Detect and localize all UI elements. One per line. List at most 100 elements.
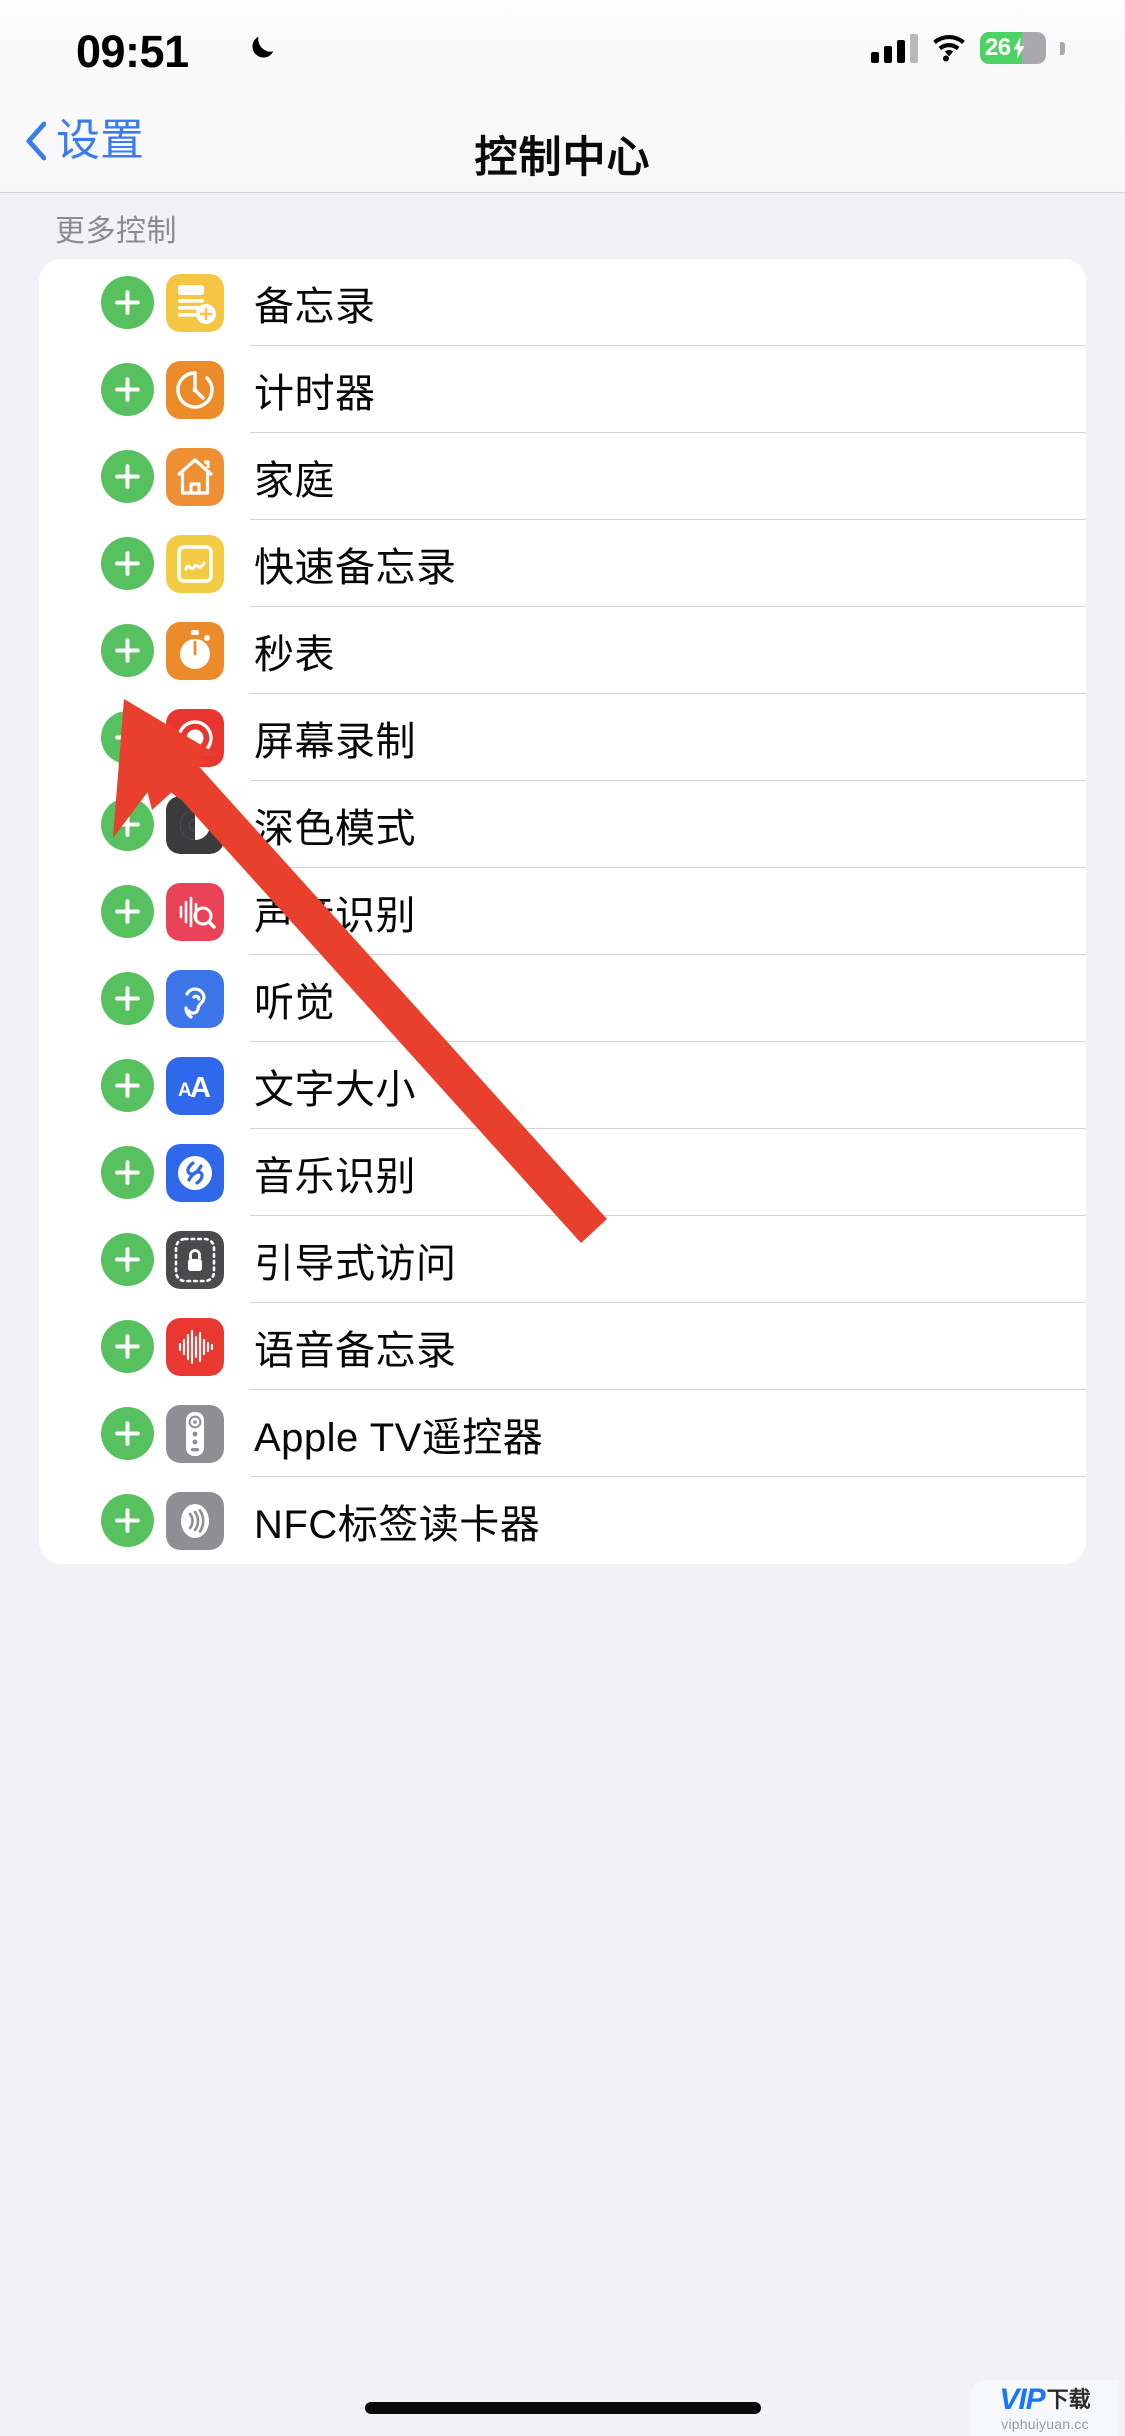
list-item-label: Apple TV遥控器 xyxy=(254,1415,544,1460)
voice-memos-icon xyxy=(166,1317,224,1376)
plus-icon xyxy=(115,1421,140,1446)
plus-icon xyxy=(115,1073,140,1098)
list-item-label: 语音备忘录 xyxy=(254,1328,457,1373)
add-control-button[interactable] xyxy=(101,1494,154,1547)
list-item-label: 计时器 xyxy=(254,371,376,416)
screen-record-icon xyxy=(166,708,224,767)
battery-icon: 26 xyxy=(980,32,1046,64)
notes-icon xyxy=(166,273,224,332)
list-item-label: 深色模式 xyxy=(254,806,416,851)
plus-icon xyxy=(115,638,140,663)
add-control-button[interactable] xyxy=(101,1146,154,1199)
plus-icon xyxy=(115,551,140,576)
plus-icon xyxy=(115,290,140,315)
guided-access-icon xyxy=(166,1230,224,1289)
wifi-icon xyxy=(933,34,965,62)
add-control-button[interactable] xyxy=(101,276,154,329)
shazam-icon xyxy=(166,1143,224,1202)
plus-icon xyxy=(115,464,140,489)
voice-memos-icon xyxy=(166,1317,224,1376)
add-control-button[interactable] xyxy=(101,1320,154,1373)
watermark-suffix: 下载 xyxy=(1046,2386,1091,2412)
add-control-button[interactable] xyxy=(101,1233,154,1286)
home-icon xyxy=(166,447,224,506)
section-header-more-controls: 更多控制 xyxy=(55,215,177,248)
timer-icon xyxy=(166,360,224,419)
plus-icon xyxy=(115,986,140,1011)
add-control-button[interactable] xyxy=(101,798,154,851)
list-item[interactable]: 音乐识别 xyxy=(39,1129,1086,1216)
stopwatch-icon xyxy=(166,621,224,680)
list-item[interactable]: 计时器 xyxy=(39,346,1086,433)
list-item[interactable]: 家庭 xyxy=(39,433,1086,520)
plus-icon xyxy=(115,899,140,924)
nfc-reader-icon xyxy=(166,1491,224,1550)
hearing-icon xyxy=(166,969,224,1028)
quick-note-icon xyxy=(166,534,224,593)
iphone-screen: 09:51 26 设置 控制中心 更多控制 备忘录 计时器 家庭 快速备忘录 秒… xyxy=(0,0,1125,2436)
list-item-label: 听觉 xyxy=(254,980,335,1025)
add-control-button[interactable] xyxy=(101,537,154,590)
plus-icon xyxy=(115,377,140,402)
text-size-icon: A A xyxy=(166,1056,224,1115)
add-control-button[interactable] xyxy=(101,1407,154,1460)
quick-note-icon xyxy=(166,534,224,593)
list-item[interactable]: NFC标签读卡器 xyxy=(39,1477,1086,1564)
add-control-button[interactable] xyxy=(101,1059,154,1112)
battery-percent: 26 xyxy=(985,34,1011,61)
cellular-signal-icon xyxy=(871,33,918,63)
shazam-icon xyxy=(166,1143,224,1202)
watermark-brand: VIP xyxy=(999,2382,1045,2416)
timer-icon xyxy=(166,360,224,419)
battery-cap xyxy=(1060,41,1065,55)
list-item-label: 秒表 xyxy=(254,632,335,677)
list-item-label: 家庭 xyxy=(254,458,335,503)
apple-tv-remote-icon xyxy=(166,1404,224,1463)
moon-icon xyxy=(252,36,274,58)
list-item[interactable]: 秒表 xyxy=(39,607,1086,694)
list-item[interactable]: 语音备忘录 xyxy=(39,1303,1086,1390)
plus-icon xyxy=(115,1160,140,1185)
list-item-label: 引导式访问 xyxy=(254,1241,457,1286)
list-item[interactable]: A A 文字大小 xyxy=(39,1042,1086,1129)
list-item-label: 快速备忘录 xyxy=(254,545,457,590)
list-item[interactable]: 深色模式 xyxy=(39,781,1086,868)
notes-icon xyxy=(166,273,224,332)
add-control-button[interactable] xyxy=(101,363,154,416)
list-item[interactable]: 屏幕录制 xyxy=(39,694,1086,781)
home-indicator[interactable] xyxy=(364,2402,761,2414)
dark-mode-icon xyxy=(166,795,224,854)
nfc-reader-icon xyxy=(166,1491,224,1550)
add-control-button[interactable] xyxy=(101,885,154,938)
list-item[interactable]: 快速备忘录 xyxy=(39,520,1086,607)
plus-icon xyxy=(115,725,140,750)
list-item[interactable]: Apple TV遥控器 xyxy=(39,1390,1086,1477)
watermark-url: viphuiyuan.cc xyxy=(1001,2415,1089,2432)
add-control-button[interactable] xyxy=(101,624,154,677)
lightning-bolt-icon xyxy=(1013,37,1024,59)
screen-record-icon xyxy=(166,708,224,767)
page-title: 控制中心 xyxy=(474,134,651,182)
list-item[interactable]: 备忘录 xyxy=(39,259,1086,346)
list-item[interactable]: 声音识别 xyxy=(39,868,1086,955)
list-item-label: 备忘录 xyxy=(254,284,376,329)
navigation-bar: 设置 控制中心 xyxy=(0,105,1125,193)
dark-mode-icon xyxy=(166,795,224,854)
svg-text:A: A xyxy=(190,1072,211,1104)
plus-icon xyxy=(115,1247,140,1272)
list-item[interactable]: 听觉 xyxy=(39,955,1086,1042)
stopwatch-icon xyxy=(166,621,224,680)
list-item[interactable]: 引导式访问 xyxy=(39,1216,1086,1303)
sound-recognition-icon xyxy=(166,882,224,941)
add-control-button[interactable] xyxy=(101,450,154,503)
list-item-label: 文字大小 xyxy=(254,1067,416,1112)
add-control-button[interactable] xyxy=(101,711,154,764)
watermark-logo: VIP 下载 xyxy=(999,2382,1091,2416)
home-icon xyxy=(166,447,224,506)
list-item-label: 音乐识别 xyxy=(254,1154,416,1199)
add-control-button[interactable] xyxy=(101,972,154,1025)
apple-tv-remote-icon xyxy=(166,1404,224,1463)
more-controls-list: 备忘录 计时器 家庭 快速备忘录 秒表 屏幕录制 深色模式 声音识别 听觉 A … xyxy=(39,259,1086,1564)
plus-icon xyxy=(115,1508,140,1533)
list-item-label: NFC标签读卡器 xyxy=(254,1502,541,1547)
